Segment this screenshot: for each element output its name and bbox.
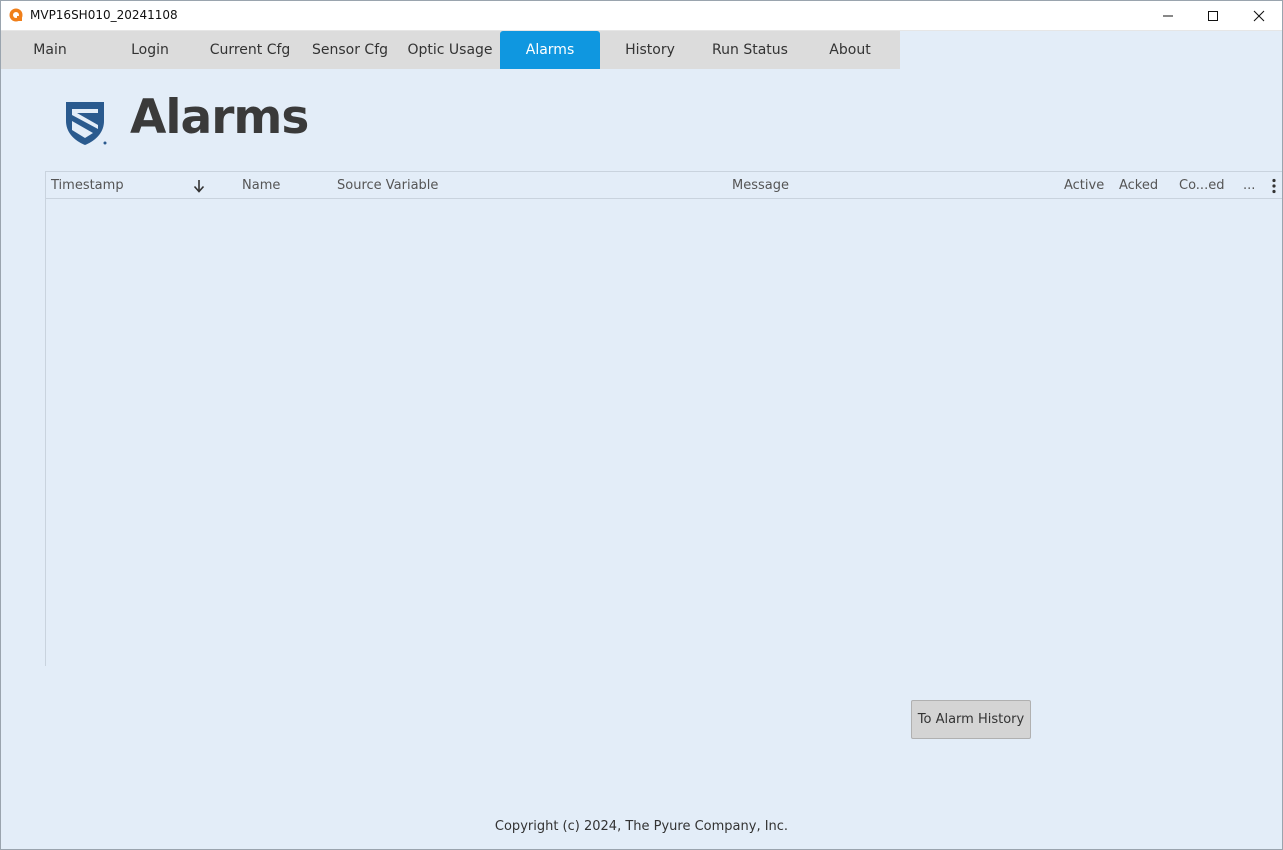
minimize-button[interactable]: [1145, 0, 1191, 31]
tab-about[interactable]: About: [800, 31, 900, 69]
column-header-completed[interactable]: Co...ed: [1179, 178, 1224, 193]
window-titlebar: MVP16SH010_20241108: [0, 0, 1283, 31]
tab-bar: Main Login Current Cfg Sensor Cfg Optic …: [0, 31, 900, 69]
tab-run-status[interactable]: Run Status: [700, 31, 800, 69]
copyright-text: Copyright (c) 2024, The Pyure Company, I…: [494, 819, 789, 834]
tab-current-cfg[interactable]: Current Cfg: [200, 31, 300, 69]
tab-login[interactable]: Login: [100, 31, 200, 69]
column-header-source-variable[interactable]: Source Variable: [337, 178, 438, 193]
column-header-overflow[interactable]: ...: [1243, 178, 1255, 193]
column-header-acked[interactable]: Acked: [1119, 178, 1158, 193]
page-title: Alarms: [130, 90, 309, 145]
tab-bar-empty-area: [900, 31, 1283, 69]
pyure-shield-logo: [66, 102, 107, 145]
tab-sensor-cfg[interactable]: Sensor Cfg: [300, 31, 400, 69]
maximize-button[interactable]: [1190, 0, 1236, 31]
tab-alarms[interactable]: Alarms: [500, 31, 600, 69]
alarm-table[interactable]: Timestamp Name Source Variable Message A…: [45, 171, 1283, 666]
arrow-down-icon[interactable]: [193, 179, 205, 193]
window-title: MVP16SH010_20241108: [30, 8, 178, 22]
column-header-name[interactable]: Name: [242, 178, 280, 193]
close-button[interactable]: [1236, 0, 1282, 31]
tab-main[interactable]: Main: [0, 31, 100, 69]
column-header-message[interactable]: Message: [732, 178, 789, 193]
column-header-active[interactable]: Active: [1064, 178, 1104, 193]
tab-optic-usage[interactable]: Optic Usage: [400, 31, 500, 69]
app-icon: [9, 8, 23, 22]
minimize-icon: [1163, 15, 1173, 16]
vertical-dots-icon[interactable]: [1271, 178, 1277, 194]
close-icon: [1253, 10, 1265, 21]
to-alarm-history-button[interactable]: To Alarm History: [911, 700, 1031, 739]
maximize-icon: [1208, 10, 1218, 21]
table-header: Timestamp Name Source Variable Message A…: [46, 171, 1283, 199]
column-header-timestamp[interactable]: Timestamp: [51, 178, 124, 193]
tab-history[interactable]: History: [600, 31, 700, 69]
